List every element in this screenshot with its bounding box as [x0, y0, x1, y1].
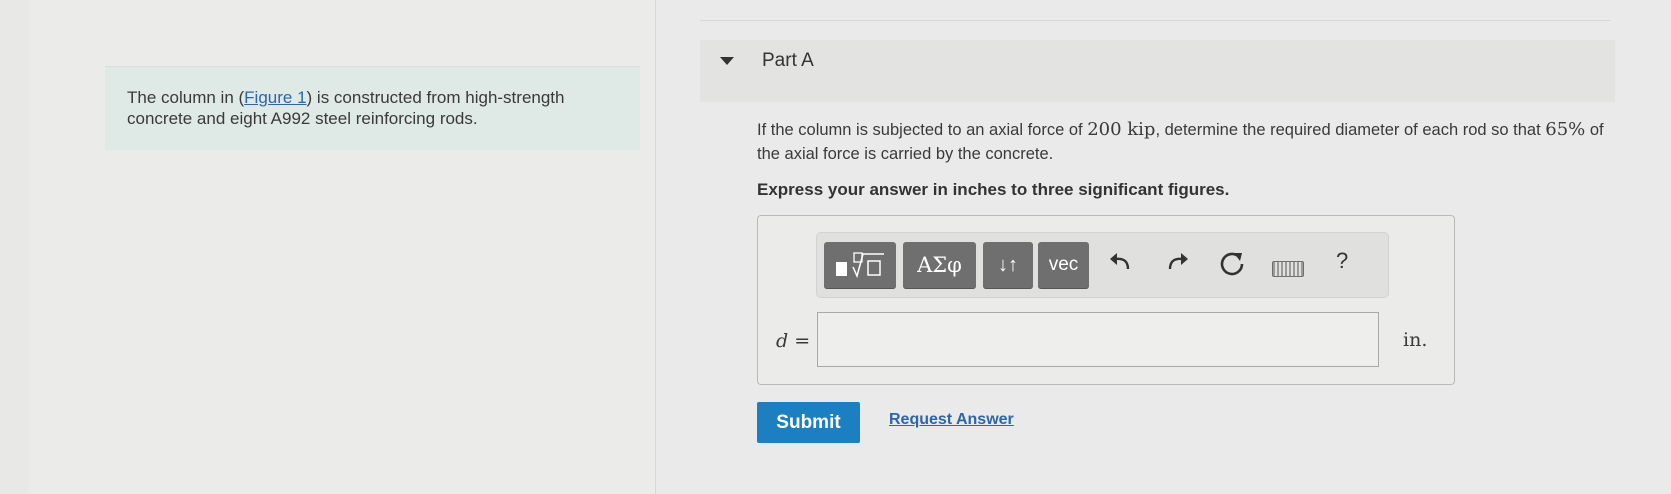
reset-icon[interactable] [1218, 250, 1246, 285]
greek-symbols-button[interactable]: ΑΣφ [903, 242, 976, 288]
force-value: 200 kip [1087, 119, 1156, 140]
part-header[interactable] [700, 40, 1615, 102]
problem-intro: The column in (Figure 1) is constructed … [105, 66, 640, 150]
answer-variable: d = [776, 330, 811, 352]
redo-icon[interactable] [1164, 250, 1190, 281]
help-icon[interactable]: ? [1336, 248, 1348, 274]
keyboard-icon[interactable] [1272, 261, 1304, 277]
vector-button[interactable]: vec [1038, 242, 1089, 288]
arrows-button[interactable]: ↓↑ [983, 242, 1033, 288]
templates-icon [836, 252, 884, 279]
question-text: If the column is subjected to an axial f… [757, 119, 1604, 163]
percent-value: 65% [1545, 119, 1586, 140]
templates-button[interactable] [824, 242, 896, 288]
figure-link[interactable]: Figure 1 [244, 88, 306, 107]
part-title: Part A [762, 50, 814, 71]
answer-unit: in. [1403, 329, 1428, 351]
divider [700, 20, 1610, 21]
intro-text: The column in ( [127, 88, 245, 107]
answer-input[interactable] [817, 312, 1379, 367]
request-answer-link[interactable]: Request Answer [889, 411, 1014, 429]
submit-button[interactable]: Submit [757, 402, 860, 443]
undo-icon[interactable] [1108, 250, 1134, 281]
collapse-caret-icon[interactable] [720, 57, 734, 65]
answer-instruction: Express your answer in inches to three s… [757, 180, 1230, 199]
